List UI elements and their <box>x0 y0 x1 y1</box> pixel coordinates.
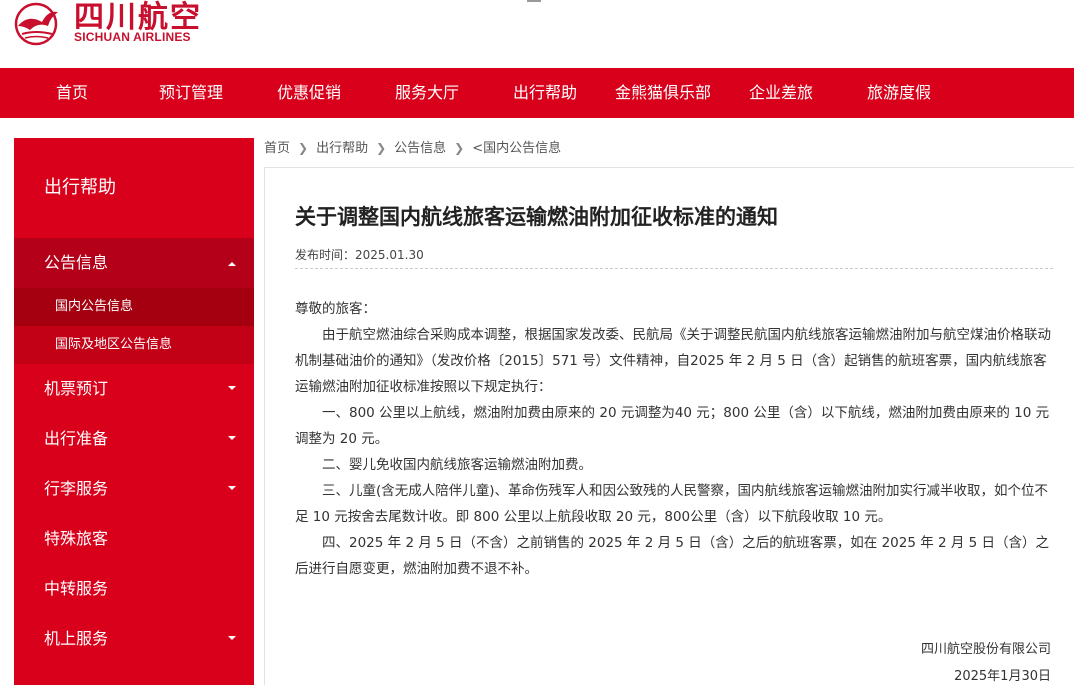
site-logo[interactable]: 四川航空 SICHUAN AIRLINES <box>12 0 212 46</box>
article-paragraph: 四、2025 年 2 月 5 日（不含）之前销售的 2025 年 2 月 5 日… <box>295 535 1050 577</box>
chevron-down-icon <box>228 486 236 490</box>
sidebar-item-international-announcements[interactable]: 国际及地区公告信息 <box>14 326 254 364</box>
title-divider <box>295 268 1053 269</box>
chevron-right-icon: ❯ <box>376 141 387 155</box>
sidebar-group-label: 出行准备 <box>44 429 109 448</box>
chevron-up-icon <box>228 262 236 266</box>
nav-item-golden-panda-club[interactable]: 金熊猫俱乐部 <box>610 68 716 118</box>
nav-item-booking-management[interactable]: 预订管理 <box>154 68 228 118</box>
breadcrumb-domestic-announcements[interactable]: <国内公告信息 <box>472 139 561 159</box>
sidebar-group-label: 特殊旅客 <box>44 529 109 548</box>
site-header: 四川航空 SICHUAN AIRLINES <box>0 0 1074 68</box>
article-body: 尊敬的旅客： 由于航空燃油综合采购成本调整，根据国家发改委、民航局《关于调整民航… <box>295 296 1055 582</box>
article-title: 关于调整国内航线旅客运输燃油附加征收标准的通知 <box>295 205 778 229</box>
main-nav: 首页 预订管理 优惠促销 服务大厅 出行帮助 金熊猫俱乐部 企业差旅 旅游度假 <box>0 68 1074 118</box>
nav-item-service-hall[interactable]: 服务大厅 <box>390 68 464 118</box>
article-paragraph: 一、800 公里以上航线，燃油附加费由原来的 20 元调整为40 元；800 公… <box>295 405 1050 447</box>
sidebar-group-travel-preparation[interactable]: 出行准备 <box>14 414 254 464</box>
chevron-down-icon <box>228 386 236 390</box>
chevron-right-icon: ❯ <box>454 141 465 155</box>
nav-item-corporate-travel[interactable]: 企业差旅 <box>744 68 818 118</box>
breadcrumb-home[interactable]: 首页 <box>264 139 290 159</box>
article-paragraph: 二、婴儿免收国内航线旅客运输燃油附加费。 <box>322 457 592 473</box>
sidebar-group-label: 机上服务 <box>44 629 109 648</box>
publish-time: 发布时间：2025.01.30 <box>295 248 424 262</box>
nav-item-home[interactable]: 首页 <box>52 68 92 118</box>
article-paragraph: 由于航空燃油综合采购成本调整，根据国家发改委、民航局《关于调整民航国内航线旅客运… <box>295 327 1051 395</box>
article-signature: 四川航空股份有限公司 <box>920 642 1051 657</box>
sidebar-group-label: 中转服务 <box>44 579 109 598</box>
brand-name-en: SICHUAN AIRLINES <box>74 30 191 44</box>
sidebar-group-label: 公告信息 <box>44 253 109 272</box>
sidebar-group-announcements[interactable]: 公告信息 <box>14 238 254 288</box>
article-card: 关于调整国内航线旅客运输燃油附加征收标准的通知 发布时间：2025.01.30 … <box>264 167 1074 685</box>
chevron-down-icon <box>228 436 236 440</box>
chevron-down-icon <box>228 636 236 640</box>
nav-item-holidays[interactable]: 旅游度假 <box>862 68 936 118</box>
top-divider-mark <box>527 0 541 2</box>
article-date: 2025年1月30日 <box>954 669 1051 684</box>
sidebar-title: 出行帮助 <box>44 177 116 198</box>
nav-item-travel-help[interactable]: 出行帮助 <box>508 68 582 118</box>
breadcrumb-travel-help[interactable]: 出行帮助 <box>316 139 368 159</box>
sidebar-group-inflight-service[interactable]: 机上服务 <box>14 614 254 664</box>
sidebar-group-label: 行李服务 <box>44 479 109 498</box>
sidebar-group-special-passengers[interactable]: 特殊旅客 <box>14 514 254 564</box>
sidebar-group-label: 机票预订 <box>44 379 109 398</box>
article-paragraph: 三、儿童(含无成人陪伴儿童)、革命伤残军人和因公致残的人民警察，国内航线旅客运输… <box>295 483 1049 525</box>
sidebar: 出行帮助 公告信息 国内公告信息 国际及地区公告信息 机票预订 出行准备 行李服… <box>14 138 254 685</box>
breadcrumb: 首页 ❯ 出行帮助 ❯ 公告信息 ❯ <国内公告信息 <box>264 138 561 158</box>
breadcrumb-announcements[interactable]: 公告信息 <box>394 139 446 159</box>
sidebar-group-transfer-service[interactable]: 中转服务 <box>14 564 254 614</box>
sichuan-airlines-logo-icon <box>14 2 58 46</box>
sidebar-item-domestic-announcements[interactable]: 国内公告信息 <box>14 288 254 326</box>
sidebar-group-ticket-booking[interactable]: 机票预订 <box>14 364 254 414</box>
chevron-right-icon: ❯ <box>298 141 309 155</box>
sidebar-group-baggage-service[interactable]: 行李服务 <box>14 464 254 514</box>
article-greeting: 尊敬的旅客： <box>295 301 376 317</box>
nav-item-promotions[interactable]: 优惠促销 <box>272 68 346 118</box>
